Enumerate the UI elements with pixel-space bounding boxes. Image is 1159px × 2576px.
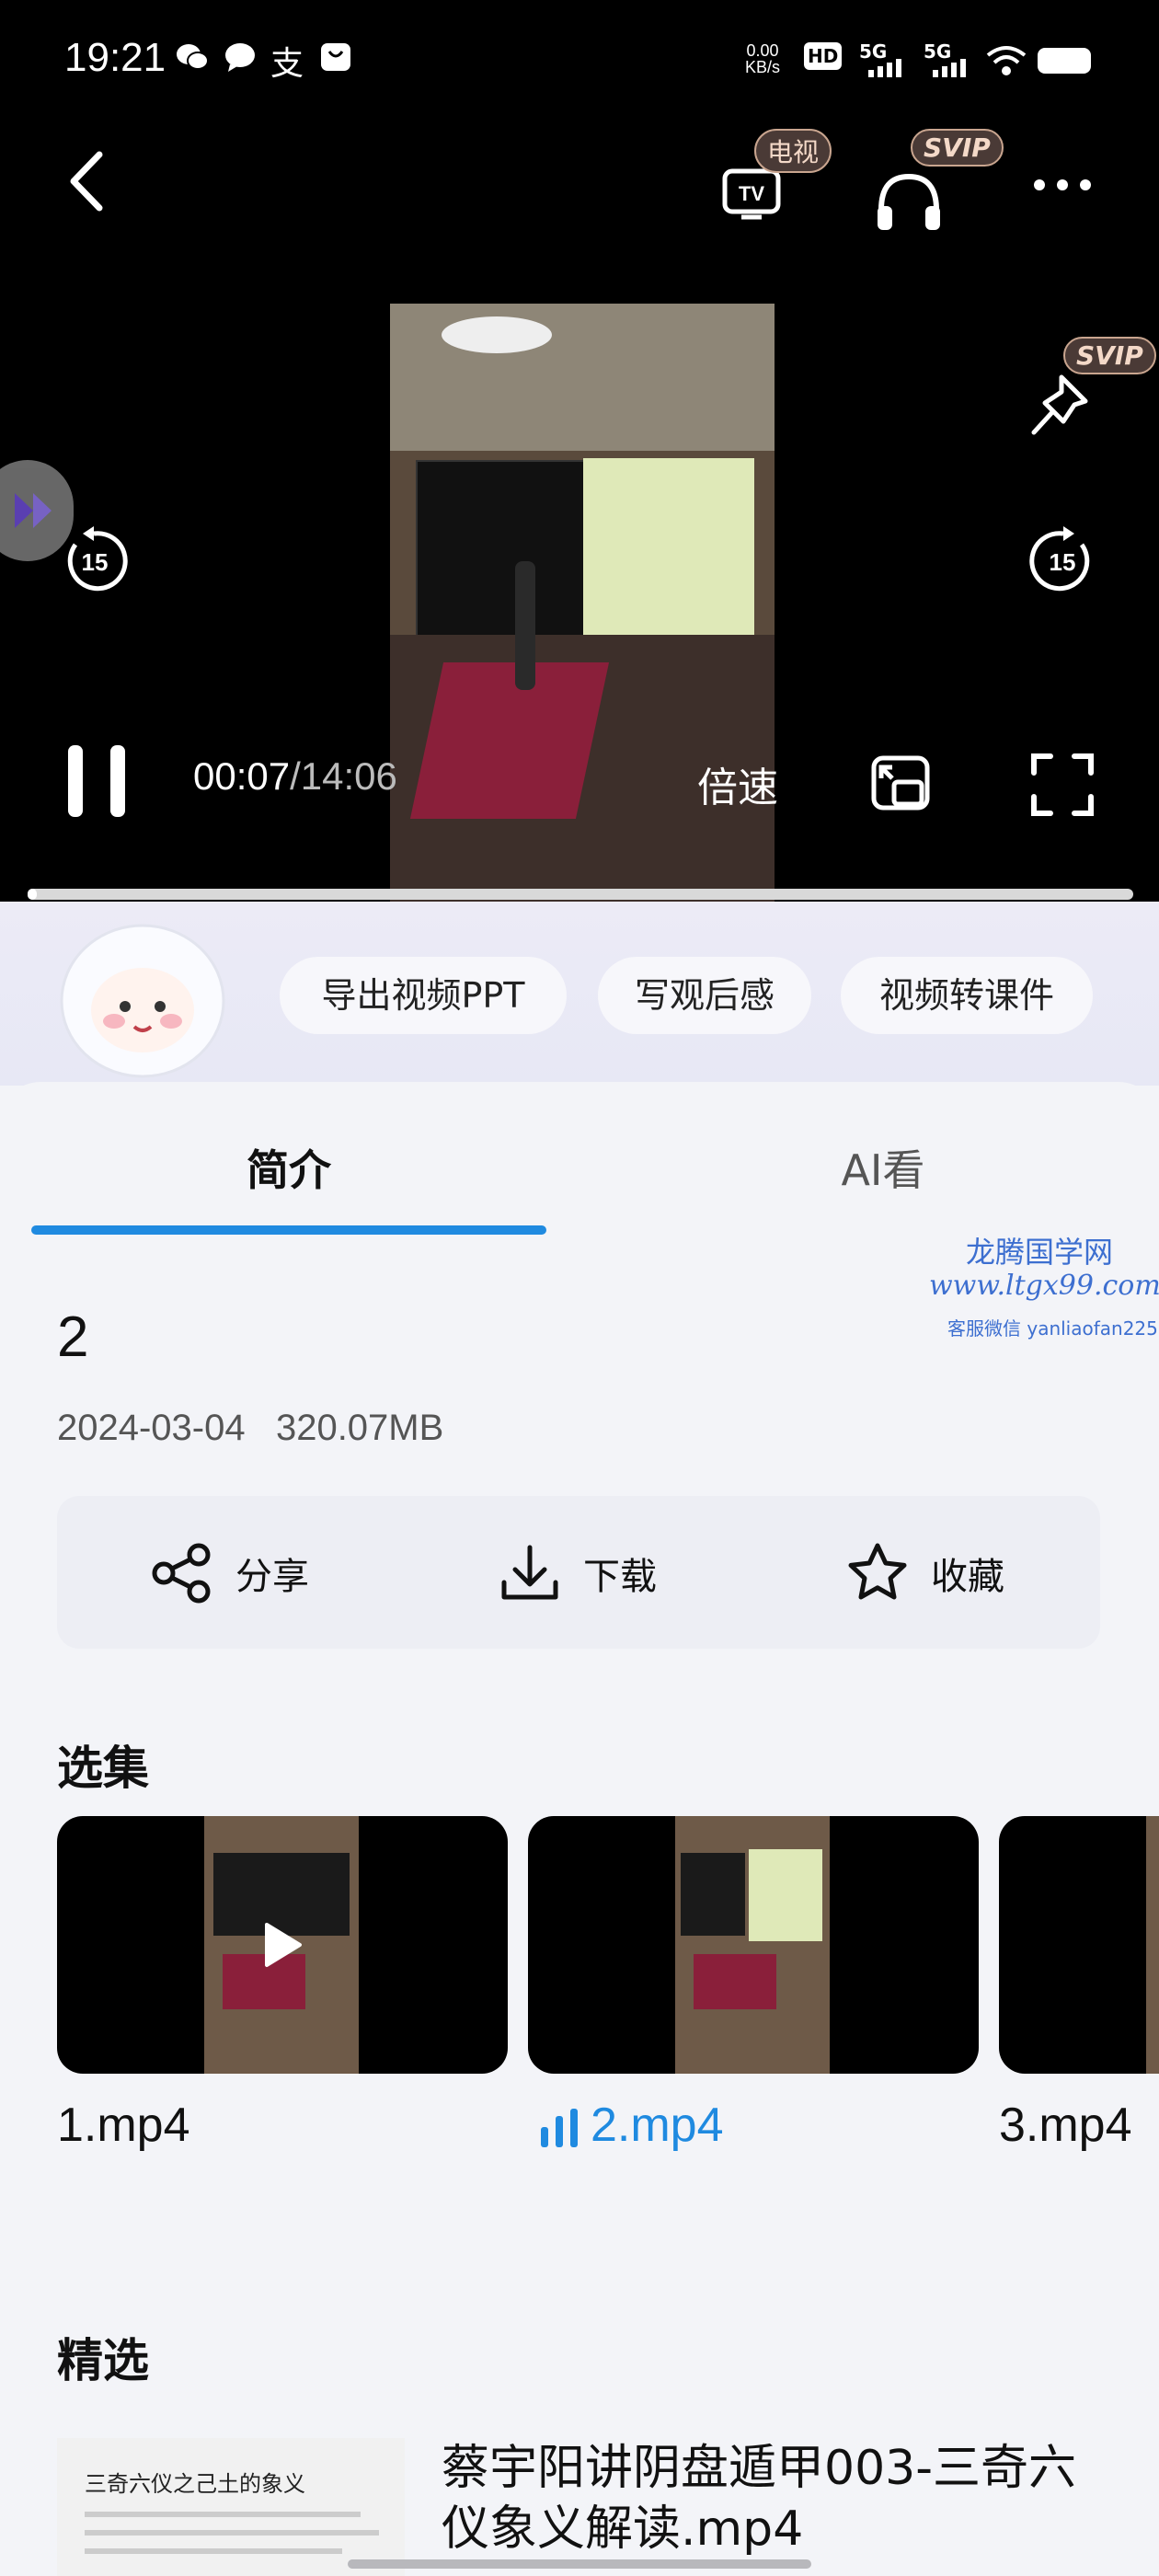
playback-time: 00:07/14:06 [193, 754, 397, 798]
episode-title: 2 [57, 1305, 89, 1369]
featured-thumbnail[interactable]: 三奇六仪之己土的象义 [57, 2438, 405, 2576]
forward-15-icon[interactable]: 15 [1027, 524, 1100, 598]
featured-thumb-caption: 三奇六仪之己土的象义 [85, 2471, 305, 2497]
video-speaker [515, 561, 535, 690]
ai-mascot-avatar[interactable] [57, 918, 228, 1086]
play-icon [265, 1923, 302, 1967]
pause-icon[interactable] [64, 742, 129, 821]
episode-date: 2024-03-04 [57, 1408, 246, 1448]
battery-icon [1038, 48, 1091, 74]
episodes-section-title: 选集 [57, 1742, 149, 1795]
episode-size: 320.07MB [275, 1408, 444, 1448]
video-stage-carpet [409, 662, 610, 819]
share-icon [152, 1543, 211, 1604]
picture-in-picture-icon[interactable] [868, 751, 933, 815]
featured-video-title[interactable]: 蔡宇阳讲阴盘遁甲003-三奇六仪象义解读.mp4 [442, 2438, 1122, 2559]
thumb-carpet [694, 1954, 776, 2009]
now-playing-icon [541, 2109, 578, 2147]
status-time: 19:21 [64, 35, 166, 80]
episode-thumb-1[interactable] [57, 1816, 508, 2074]
episode-label-3[interactable]: 3.mp4 [999, 2098, 1132, 2153]
featured-section-title: 精选 [57, 2334, 149, 2387]
video-right-screen [583, 458, 754, 661]
home-indicator[interactable] [348, 2559, 811, 2569]
episode-thumb-2[interactable] [528, 1816, 979, 2074]
download-label: 下载 [583, 1556, 657, 1598]
video-player[interactable]: TV 电视 SVIP SVIP 15 15 [0, 120, 1159, 952]
tv-badge: 电视 [754, 129, 832, 173]
tab-ai-view[interactable]: AI看 [625, 1137, 1141, 1198]
star-icon [848, 1543, 907, 1600]
episode-thumb-2-image [675, 1816, 830, 2074]
video-frame[interactable] [390, 304, 775, 952]
thumb-left-screen [681, 1853, 745, 1936]
thumb-text-line [85, 2548, 342, 2554]
download-icon [501, 1545, 558, 1600]
episode-thumb-3-image [1146, 1816, 1159, 2074]
video-left-screen [416, 460, 587, 648]
write-review-chip[interactable]: 写观后感 [598, 957, 811, 1034]
back-icon[interactable] [64, 149, 109, 213]
progress-track[interactable] [28, 889, 1133, 900]
speed-button[interactable]: 倍速 [697, 754, 778, 813]
status-bar: 19:21 支 0.00 KB/s HD 5G 5G [0, 0, 1159, 120]
net-speed: 0.00 KB/s [745, 41, 781, 76]
export-ppt-chip[interactable]: 导出视频PPT [280, 957, 567, 1034]
svg-text:15: 15 [1050, 548, 1076, 576]
rewind-15-icon[interactable]: 15 [57, 524, 131, 598]
thumb-text-line [85, 2512, 361, 2517]
headphones-icon[interactable] [870, 164, 947, 241]
episode-label-2[interactable]: 2.mp4 [591, 2098, 724, 2153]
watermark-line-2: www.ltgx99.com [929, 1270, 1159, 1302]
progress-fill [28, 889, 37, 900]
fullscreen-icon[interactable] [1028, 751, 1096, 819]
favorite-label: 收藏 [931, 1556, 1004, 1598]
signal-1-icon [868, 59, 901, 77]
thumb-right-screen [749, 1849, 822, 1941]
svip-badge-pin: SVIP [1063, 337, 1156, 374]
svg-text:15: 15 [82, 548, 109, 576]
video-chandelier [442, 316, 552, 353]
episode-meta: 2024-03-04 320.07MB [57, 1408, 443, 1449]
wifi-icon [986, 46, 1027, 75]
shopping-bag-icon [321, 43, 350, 71]
episode-thumb-3[interactable] [999, 1816, 1159, 2074]
download-button[interactable]: 下载 [497, 1527, 657, 1619]
svg-text:TV: TV [739, 182, 764, 205]
svip-badge-audio: SVIP [911, 129, 1004, 167]
more-icon[interactable] [1030, 171, 1095, 199]
watermark-line-1: 龙腾国学网 [966, 1235, 1114, 1270]
active-tab-indicator [31, 1225, 546, 1235]
wechat-icon [177, 44, 209, 70]
thumb-text-line [85, 2530, 379, 2536]
watermark-line-3: 客服微信 yanliaofan225 [947, 1317, 1158, 1340]
message-icon [225, 43, 255, 72]
tab-intro[interactable]: 简介 [31, 1137, 546, 1198]
share-button[interactable]: 分享 [149, 1527, 309, 1619]
signal-2-icon [933, 59, 966, 77]
pin-icon[interactable] [1021, 368, 1098, 445]
hd-badge: HD [804, 42, 843, 70]
video-to-courseware-chip[interactable]: 视频转课件 [841, 957, 1093, 1034]
share-label: 分享 [235, 1556, 309, 1598]
alipay-icon: 支 [270, 45, 304, 83]
double-chevron-icon [15, 493, 52, 528]
episode-label-1[interactable]: 1.mp4 [57, 2098, 190, 2153]
favorite-button[interactable]: 收藏 [844, 1527, 1004, 1619]
